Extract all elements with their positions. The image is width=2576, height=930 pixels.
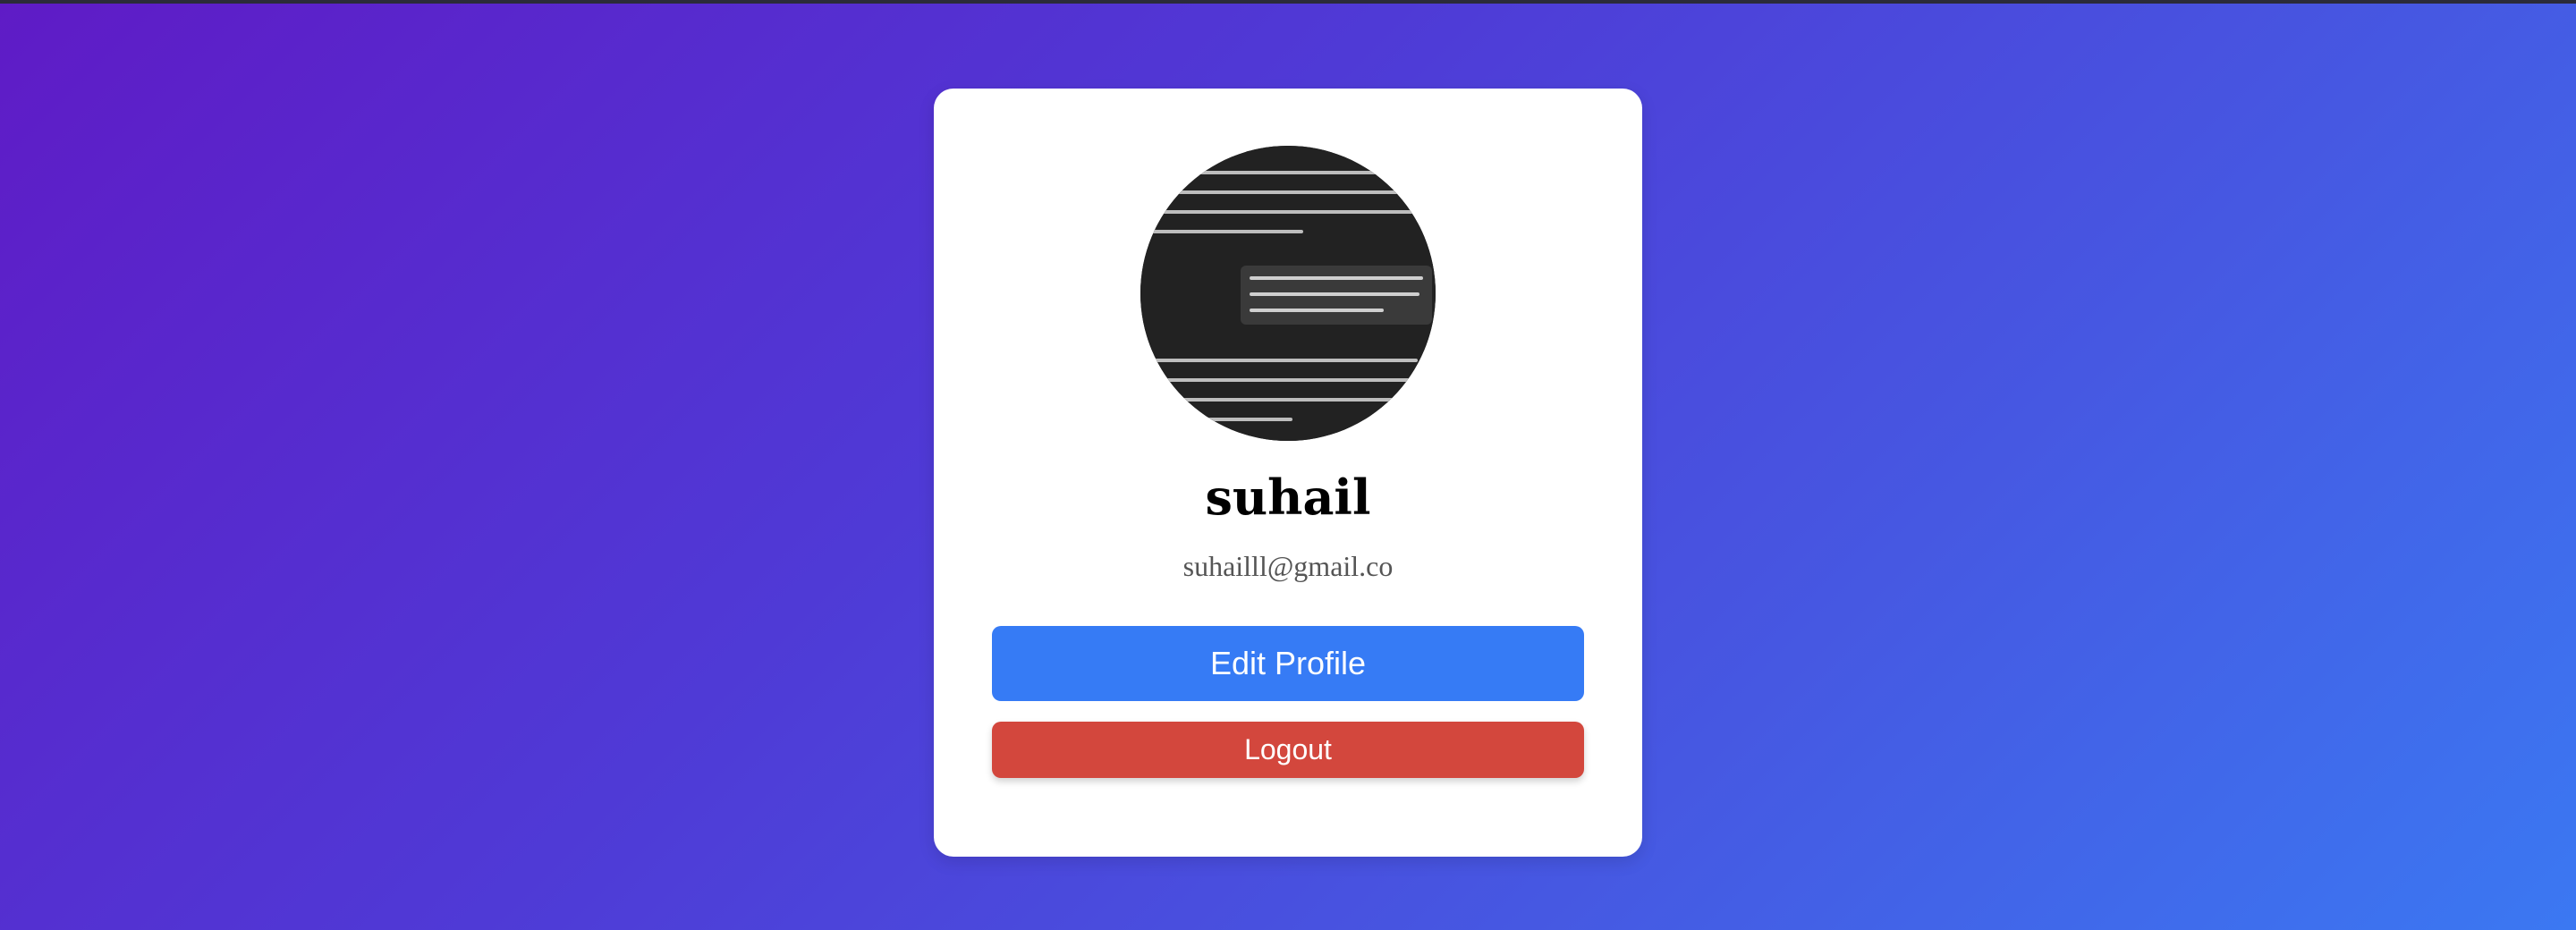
edit-profile-button[interactable]: Edit Profile (992, 626, 1584, 701)
profile-email: suhailll@gmail.co (1182, 550, 1394, 582)
profile-avatar (1140, 146, 1436, 441)
avatar-image (1140, 146, 1436, 441)
profile-name: suhail (1205, 469, 1371, 526)
profile-card: suhail suhailll@gmail.co Edit Profile Lo… (934, 89, 1642, 857)
window-top-edge (0, 0, 2576, 4)
logout-button[interactable]: Logout (992, 722, 1584, 778)
